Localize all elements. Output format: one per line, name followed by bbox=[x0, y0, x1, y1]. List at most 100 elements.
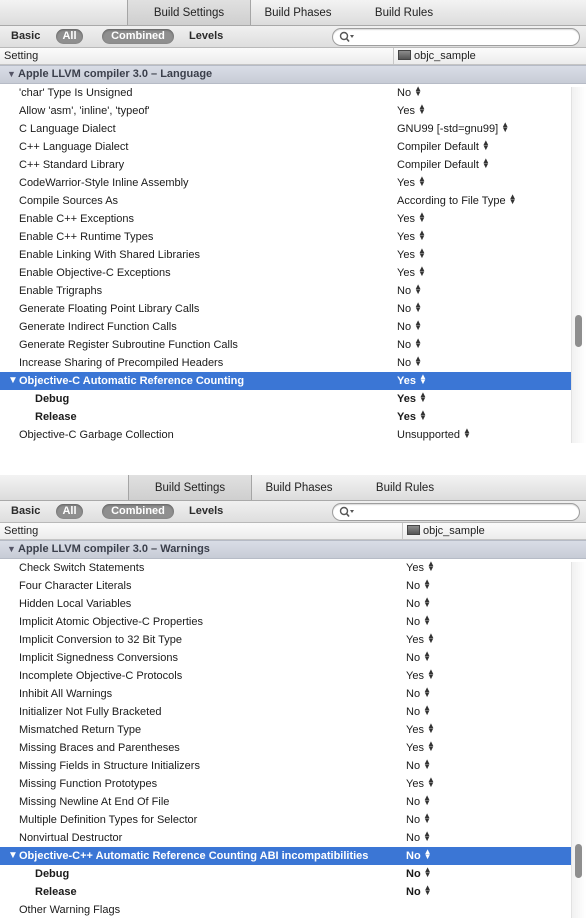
setting-value[interactable]: No ▲ ▼ bbox=[406, 613, 431, 631]
setting-row[interactable]: 'char' Type Is Unsigned No ▲ ▼ bbox=[0, 84, 586, 102]
setting-group-header[interactable]: ▼ Apple LLVM compiler 3.0 – Language bbox=[0, 65, 586, 84]
setting-row[interactable]: Increase Sharing of Precompiled Headers N… bbox=[0, 354, 586, 372]
filter-basic-button[interactable]: Basic bbox=[11, 504, 40, 519]
setting-row[interactable]: Implicit Conversion to 32 Bit Type Yes ▲ ▼ bbox=[0, 631, 586, 649]
stepper-arrows-icon[interactable]: ▲ ▼ bbox=[419, 373, 427, 386]
setting-row[interactable]: Mismatched Return Type Yes ▲ ▼ bbox=[0, 721, 586, 739]
setting-value[interactable]: No ▲ ▼ bbox=[406, 757, 431, 775]
setting-row[interactable]: Generate Floating Point Library Calls No ▲… bbox=[0, 300, 586, 318]
config-row[interactable]: Debug Yes ▲ ▼ bbox=[0, 390, 586, 408]
setting-value[interactable]: Yes ▲ ▼ bbox=[397, 228, 426, 246]
stepper-arrows-icon[interactable]: ▲ ▼ bbox=[423, 758, 431, 771]
config-row[interactable]: Release Yes ▲ ▼ bbox=[0, 408, 586, 426]
setting-value[interactable]: Yes ▲ ▼ bbox=[397, 264, 426, 282]
stepper-arrows-icon[interactable]: ▲ ▼ bbox=[418, 211, 426, 224]
stepper-arrows-icon[interactable]: ▲ ▼ bbox=[427, 560, 435, 573]
setting-row[interactable]: Allow 'asm', 'inline', 'typeof' Yes ▲ ▼ bbox=[0, 102, 586, 120]
setting-row[interactable]: ▼ Objective-C Automatic Reference Countin… bbox=[0, 372, 586, 390]
filter-basic-button[interactable]: Basic bbox=[11, 29, 40, 44]
setting-value[interactable]: No ▲ ▼ bbox=[406, 811, 431, 829]
setting-value[interactable]: Yes ▲ ▼ bbox=[397, 174, 426, 192]
tab-build-rules[interactable]: Build Rules bbox=[360, 4, 448, 22]
setting-value[interactable]: Compiler Default ▲ ▼ bbox=[397, 138, 490, 156]
setting-row[interactable]: Missing Braces and Parentheses Yes ▲ ▼ bbox=[0, 739, 586, 757]
setting-row[interactable]: Missing Function Prototypes Yes ▲ ▼ bbox=[0, 775, 586, 793]
config-row[interactable]: Release No ▲ ▼ bbox=[0, 883, 586, 901]
setting-value[interactable]: No ▲ ▼ bbox=[397, 300, 422, 318]
stepper-arrows-icon[interactable]: ▲ ▼ bbox=[423, 614, 431, 627]
target-column-header[interactable]: objc_sample bbox=[402, 523, 485, 539]
filter-all-button[interactable]: All bbox=[56, 504, 83, 519]
setting-value[interactable]: No ▲ ▼ bbox=[406, 685, 431, 703]
stepper-arrows-icon[interactable]: ▲ ▼ bbox=[482, 157, 490, 170]
setting-value[interactable]: Yes ▲ ▼ bbox=[397, 408, 427, 426]
setting-value[interactable]: Yes ▲ ▼ bbox=[397, 102, 426, 120]
setting-row[interactable]: Nonvirtual Destructor No ▲ ▼ bbox=[0, 829, 586, 847]
setting-row[interactable]: Objective-C Garbage Collection Unsupporte… bbox=[0, 426, 586, 444]
setting-row[interactable]: C++ Standard Library Compiler Default ▲ ▼ bbox=[0, 156, 586, 174]
scrollbar[interactable] bbox=[571, 87, 586, 443]
stepper-arrows-icon[interactable]: ▲ ▼ bbox=[423, 704, 431, 717]
filter-all-button[interactable]: All bbox=[56, 29, 83, 44]
setting-value[interactable]: No ▲ ▼ bbox=[397, 318, 422, 336]
target-column-header[interactable]: objc_sample bbox=[393, 48, 476, 64]
setting-value[interactable]: No ▲ ▼ bbox=[406, 847, 432, 865]
stepper-arrows-icon[interactable]: ▲ ▼ bbox=[418, 103, 426, 116]
setting-row[interactable]: Inhibit All Warnings No ▲ ▼ bbox=[0, 685, 586, 703]
stepper-arrows-icon[interactable]: ▲ ▼ bbox=[427, 776, 435, 789]
stepper-arrows-icon[interactable]: ▲ ▼ bbox=[414, 283, 422, 296]
setting-row[interactable]: Four Character Literals No ▲ ▼ bbox=[0, 577, 586, 595]
setting-value[interactable]: No ▲ ▼ bbox=[397, 354, 422, 372]
setting-row[interactable]: Other Warning Flags bbox=[0, 901, 586, 919]
setting-value[interactable]: No ▲ ▼ bbox=[406, 829, 431, 847]
stepper-arrows-icon[interactable]: ▲ ▼ bbox=[414, 337, 422, 350]
stepper-arrows-icon[interactable]: ▲ ▼ bbox=[414, 301, 422, 314]
stepper-arrows-icon[interactable]: ▲ ▼ bbox=[424, 866, 432, 879]
search-field[interactable] bbox=[332, 503, 580, 521]
stepper-arrows-icon[interactable]: ▲ ▼ bbox=[423, 686, 431, 699]
search-field[interactable] bbox=[332, 28, 580, 46]
stepper-arrows-icon[interactable]: ▲ ▼ bbox=[427, 668, 435, 681]
setting-row[interactable]: Missing Newline At End Of File No ▲ ▼ bbox=[0, 793, 586, 811]
scrollbar-thumb[interactable] bbox=[575, 844, 582, 878]
setting-row[interactable]: C++ Language Dialect Compiler Default ▲ ▼ bbox=[0, 138, 586, 156]
setting-row[interactable]: Compile Sources As According to File Type… bbox=[0, 192, 586, 210]
stepper-arrows-icon[interactable]: ▲ ▼ bbox=[424, 848, 432, 861]
setting-row[interactable]: Incomplete Objective-C Protocols Yes ▲ ▼ bbox=[0, 667, 586, 685]
setting-value[interactable]: Yes ▲ ▼ bbox=[406, 667, 435, 685]
disclosure-triangle-icon[interactable]: ▼ bbox=[7, 541, 16, 558]
stepper-arrows-icon[interactable]: ▲ ▼ bbox=[418, 175, 426, 188]
setting-value[interactable]: No ▲ ▼ bbox=[406, 703, 431, 721]
setting-value[interactable]: No ▲ ▼ bbox=[406, 793, 431, 811]
setting-row[interactable]: Implicit Signedness Conversions No ▲ ▼ bbox=[0, 649, 586, 667]
setting-row[interactable]: Enable Objective-C Exceptions Yes ▲ ▼ bbox=[0, 264, 586, 282]
stepper-arrows-icon[interactable]: ▲ ▼ bbox=[482, 139, 490, 152]
stepper-arrows-icon[interactable]: ▲ ▼ bbox=[414, 319, 422, 332]
setting-value[interactable]: Unsupported ▲ ▼ bbox=[397, 426, 471, 444]
setting-value[interactable]: Yes ▲ ▼ bbox=[397, 372, 427, 390]
stepper-arrows-icon[interactable]: ▲ ▼ bbox=[427, 722, 435, 735]
setting-row[interactable]: Initializer Not Fully Bracketed No ▲ ▼ bbox=[0, 703, 586, 721]
setting-value[interactable]: No ▲ ▼ bbox=[406, 577, 431, 595]
setting-value[interactable]: Yes ▲ ▼ bbox=[397, 210, 426, 228]
stepper-arrows-icon[interactable]: ▲ ▼ bbox=[424, 884, 432, 897]
filter-levels-button[interactable]: Levels bbox=[189, 29, 223, 44]
stepper-arrows-icon[interactable]: ▲ ▼ bbox=[427, 632, 435, 645]
setting-row[interactable]: Check Switch Statements Yes ▲ ▼ bbox=[0, 559, 586, 577]
setting-value[interactable]: No ▲ ▼ bbox=[397, 282, 422, 300]
stepper-arrows-icon[interactable]: ▲ ▼ bbox=[418, 229, 426, 242]
setting-value[interactable]: Yes ▲ ▼ bbox=[406, 559, 435, 577]
setting-row[interactable]: Missing Fields in Structure Initializers… bbox=[0, 757, 586, 775]
setting-row[interactable]: CodeWarrior-Style Inline Assembly Yes ▲ ▼ bbox=[0, 174, 586, 192]
stepper-arrows-icon[interactable]: ▲ ▼ bbox=[509, 193, 517, 206]
setting-row[interactable]: Enable C++ Exceptions Yes ▲ ▼ bbox=[0, 210, 586, 228]
setting-value[interactable]: Yes ▲ ▼ bbox=[406, 775, 435, 793]
setting-value[interactable]: No ▲ ▼ bbox=[406, 649, 431, 667]
stepper-arrows-icon[interactable]: ▲ ▼ bbox=[423, 596, 431, 609]
setting-value[interactable]: Compiler Default ▲ ▼ bbox=[397, 156, 490, 174]
setting-value[interactable]: No ▲ ▼ bbox=[406, 865, 432, 883]
setting-row[interactable]: ▼ Objective-C++ Automatic Reference Count… bbox=[0, 847, 586, 865]
filter-levels-button[interactable]: Levels bbox=[189, 504, 223, 519]
disclosure-triangle-icon[interactable]: ▼ bbox=[8, 372, 18, 390]
stepper-arrows-icon[interactable]: ▲ ▼ bbox=[419, 391, 427, 404]
